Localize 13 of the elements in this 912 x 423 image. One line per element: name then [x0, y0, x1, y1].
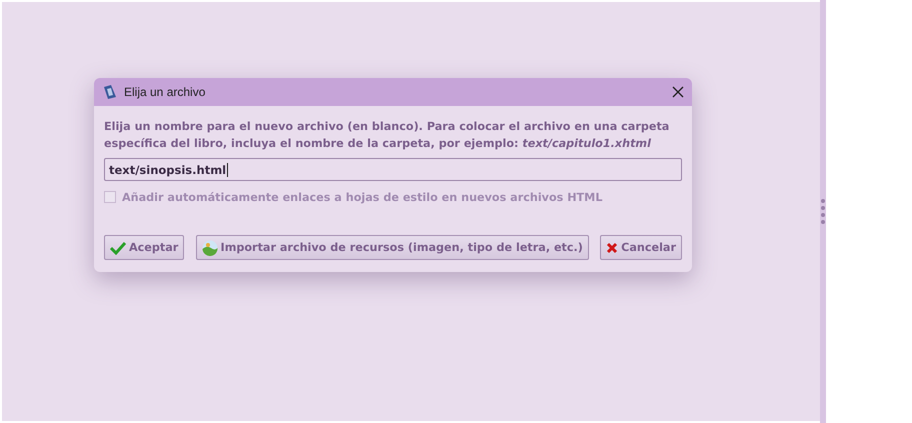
checkbox-label: Añadir automáticamente enlaces a hojas de estilo en nuevos archivos HTML: [122, 190, 602, 204]
instructions-text: Elija un nombre para el nuevo archivo (en blanco). Para colocar el archivo en una carpeta específica del libro, incluya el nombre de la carpeta, por ejemplo: text/capitulo1.xhtml: [104, 119, 670, 152]
checkmark-icon: [110, 240, 126, 254]
splitter-handle[interactable]: [821, 199, 825, 224]
cancel-icon: [606, 242, 618, 254]
close-icon[interactable]: [672, 86, 684, 98]
accept-button[interactable]: Aceptar: [104, 235, 184, 260]
filename-field[interactable]: text/sinopsis.html: [104, 158, 682, 181]
window-title: Elija un archivo: [124, 85, 206, 99]
cancel-button[interactable]: Cancelar: [600, 235, 682, 260]
landscape-icon: [202, 240, 218, 256]
import-button[interactable]: Importar archivo de recursos (imagen, tipo de letra, etc.): [196, 235, 589, 260]
app-icon: [102, 84, 118, 100]
